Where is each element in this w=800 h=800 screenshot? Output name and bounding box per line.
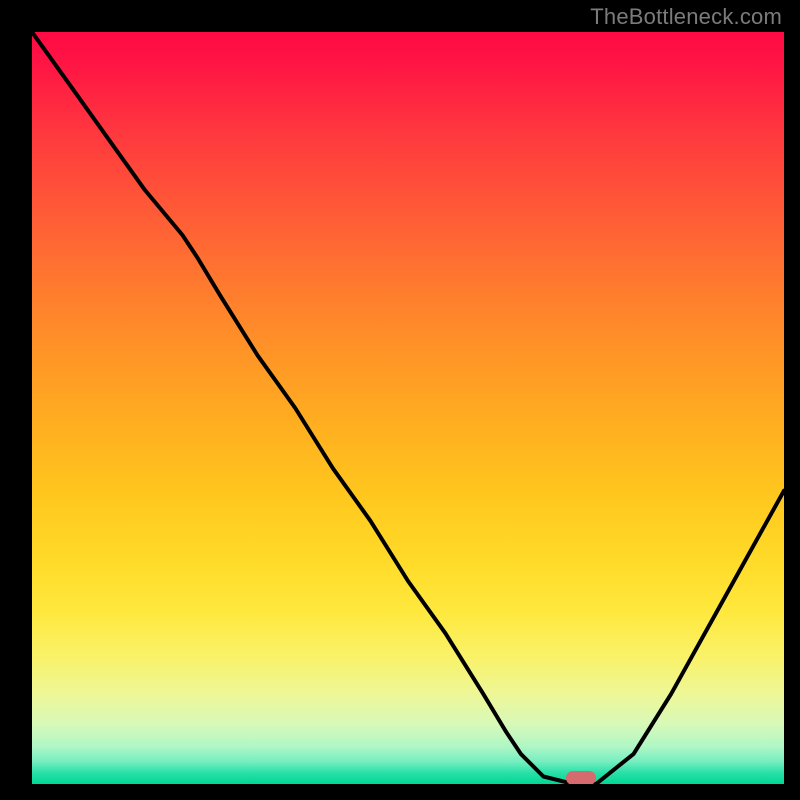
optimal-marker (566, 771, 596, 784)
bottleneck-curve (32, 32, 784, 784)
plot-area (32, 32, 784, 784)
watermark-text: TheBottleneck.com (590, 4, 782, 30)
chart-overlay (32, 32, 784, 784)
chart-container: TheBottleneck.com (0, 0, 800, 800)
